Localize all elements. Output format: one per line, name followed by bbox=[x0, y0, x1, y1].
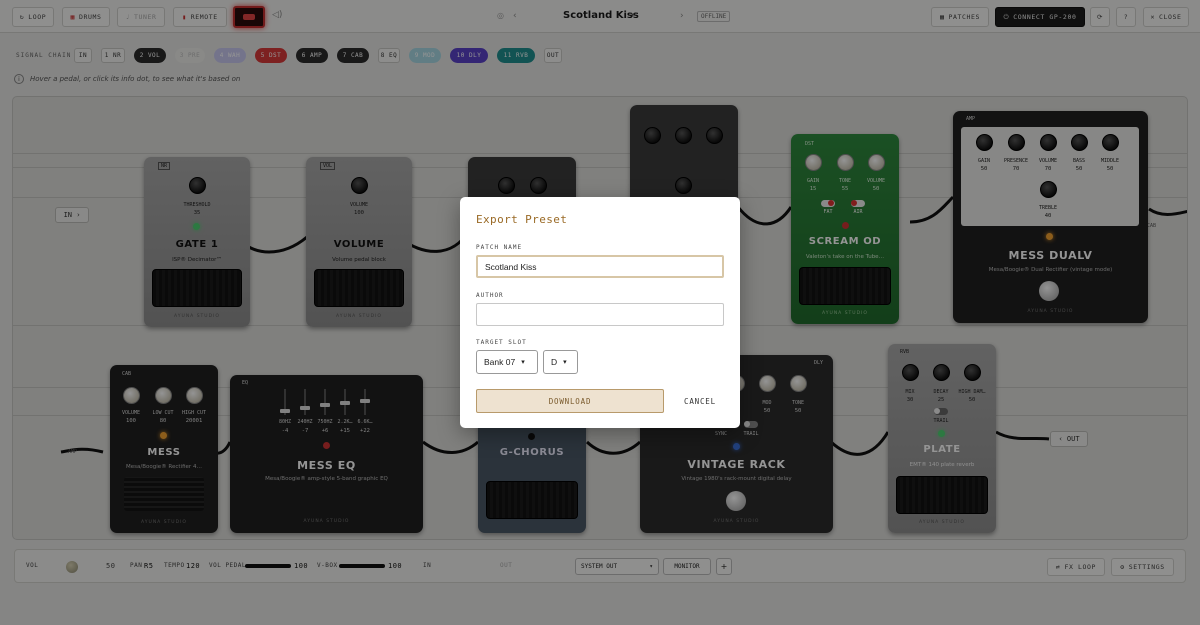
export-preset-dialog: Export Preset PATCH NAME Scotland Kiss A… bbox=[460, 197, 740, 428]
slot-select[interactable]: D ▾ bbox=[543, 350, 578, 374]
author-input[interactable] bbox=[476, 303, 724, 326]
cancel-button[interactable]: CANCEL bbox=[674, 389, 726, 413]
chevron-down-icon: ▾ bbox=[563, 359, 567, 366]
chevron-down-icon: ▾ bbox=[521, 359, 525, 366]
download-button[interactable]: DOWNLOAD bbox=[476, 389, 664, 413]
author-label: AUTHOR bbox=[476, 292, 504, 299]
patch-name-label: PATCH NAME bbox=[476, 244, 523, 251]
bank-select[interactable]: Bank 07 ▾ bbox=[476, 350, 538, 374]
target-slot-label: TARGET SLOT bbox=[476, 339, 527, 346]
dialog-title: Export Preset bbox=[476, 213, 568, 226]
patch-name-input[interactable]: Scotland Kiss bbox=[476, 255, 724, 278]
